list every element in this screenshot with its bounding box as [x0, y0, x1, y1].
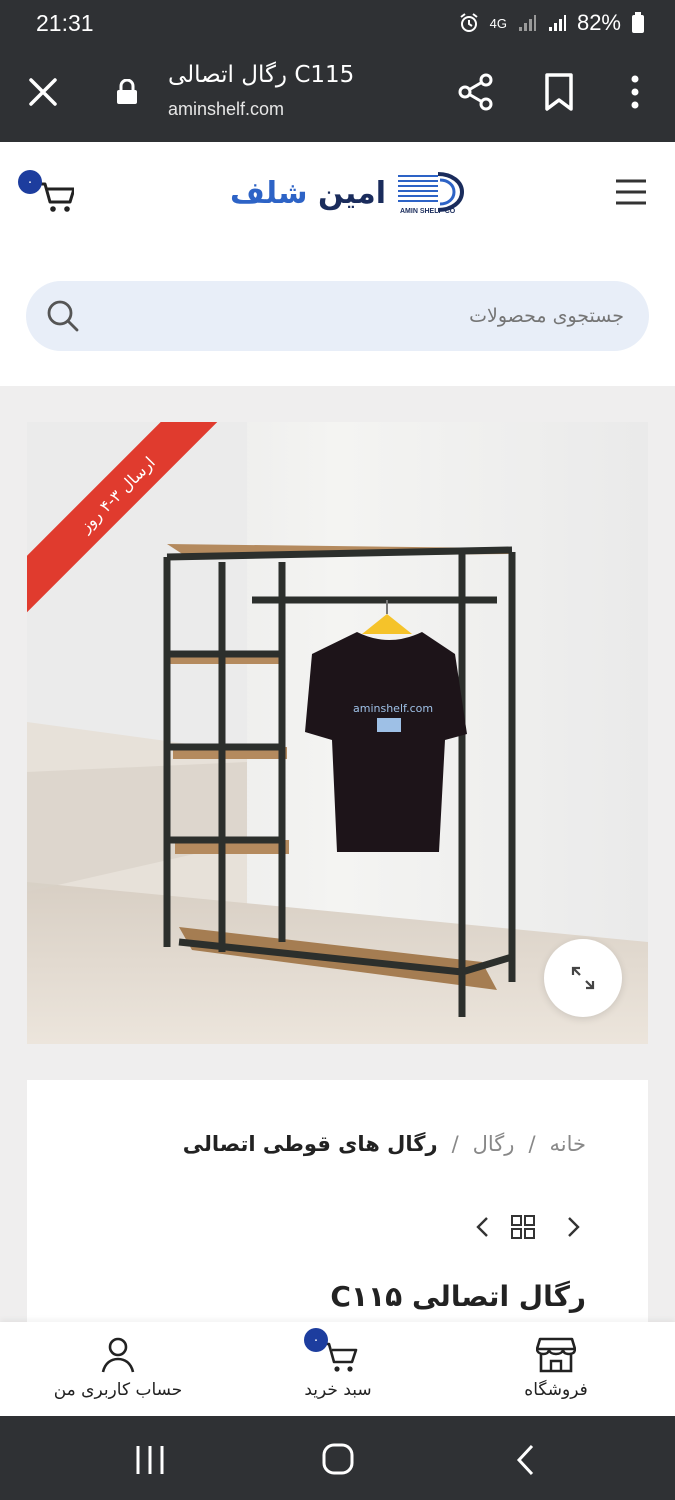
home-icon[interactable]: [321, 1442, 355, 1476]
site-header: ۰ امین شلف AMIN SHELF CO: [0, 142, 675, 244]
page-title[interactable]: رگال اتصالی C115: [168, 62, 354, 88]
product-card: خانه / رگال / رگال های قوطی اتصالی رگال …: [27, 1080, 648, 1326]
bookmark-button[interactable]: [541, 72, 577, 112]
previous-product-icon[interactable]: [475, 1216, 491, 1238]
signal-icon: [518, 15, 536, 31]
breadcrumb-current[interactable]: رگال های قوطی اتصالی: [183, 1132, 438, 1156]
zoom-image-button[interactable]: [544, 939, 622, 1017]
product-navigation: [475, 1215, 581, 1239]
logo-mark-icon: AMIN SHELF CO: [398, 172, 465, 215]
breadcrumb-category[interactable]: رگال: [473, 1132, 515, 1156]
header-cart-button[interactable]: ۰: [18, 170, 74, 216]
site-logo[interactable]: امین شلف AMIN SHELF CO: [230, 170, 466, 216]
logo-word-2: شلف: [230, 175, 308, 211]
breadcrumb: خانه / رگال / رگال های قوطی اتصالی: [183, 1132, 586, 1156]
lock-icon[interactable]: [116, 79, 138, 105]
page-url[interactable]: aminshelf.com: [168, 99, 284, 120]
breadcrumb-separator-2: /: [451, 1132, 459, 1156]
breadcrumb-separator: /: [528, 1132, 536, 1156]
nav-shop[interactable]: فروشگاه: [456, 1322, 656, 1416]
grid-view-icon[interactable]: [511, 1215, 535, 1239]
network-type: 4G: [489, 15, 507, 31]
status-bar: 21:31 4G 82%: [0, 0, 675, 48]
share-button[interactable]: [456, 72, 496, 112]
logo-text: امین شلف: [230, 176, 386, 211]
bottom-navigation: حساب کاربری من ۰ سبد خرید فروشگاه: [0, 1322, 675, 1416]
expand-icon: [571, 966, 595, 990]
nav-my-account[interactable]: حساب کاربری من: [18, 1322, 218, 1416]
system-navigation-bar: [0, 1416, 675, 1500]
nav-account-label: حساب کاربری من: [53, 1380, 183, 1400]
battery-percent: 82%: [576, 10, 621, 35]
nav-cart[interactable]: ۰ سبد خرید: [238, 1322, 438, 1416]
next-product-icon[interactable]: [565, 1216, 581, 1238]
status-time: 21:31: [36, 10, 94, 36]
search-icon[interactable]: [46, 299, 80, 333]
close-tab-button[interactable]: [26, 75, 60, 109]
search-bar[interactable]: [26, 281, 649, 351]
signal-icon-2: [548, 15, 566, 31]
logo-sub-text: AMIN SHELF CO: [400, 208, 456, 215]
nav-cart-count-badge: ۰: [304, 1328, 328, 1352]
breadcrumb-home[interactable]: خانه: [550, 1132, 586, 1156]
search-input[interactable]: [112, 281, 624, 351]
nav-cart-label: سبد خرید: [304, 1380, 372, 1400]
alarm-icon: [460, 13, 478, 32]
logo-word-1: امین: [317, 175, 387, 211]
nav-shop-label: فروشگاه: [524, 1380, 588, 1400]
back-icon[interactable]: [513, 1443, 539, 1477]
cart-count-badge: ۰: [18, 170, 42, 194]
battery-icon: [632, 12, 644, 33]
status-icons: 4G 82%: [458, 10, 645, 36]
store-icon: [535, 1337, 577, 1373]
product-title: رگال اتصالی C۱۱۵: [330, 1280, 586, 1313]
browser-toolbar: رگال اتصالی C115 aminshelf.com: [0, 48, 675, 142]
tshirt-print: aminshelf.com: [353, 702, 433, 715]
more-menu-button[interactable]: [620, 72, 650, 112]
recent-apps-icon[interactable]: [133, 1443, 167, 1477]
user-icon: [101, 1337, 135, 1373]
hamburger-menu-button[interactable]: [614, 178, 648, 206]
